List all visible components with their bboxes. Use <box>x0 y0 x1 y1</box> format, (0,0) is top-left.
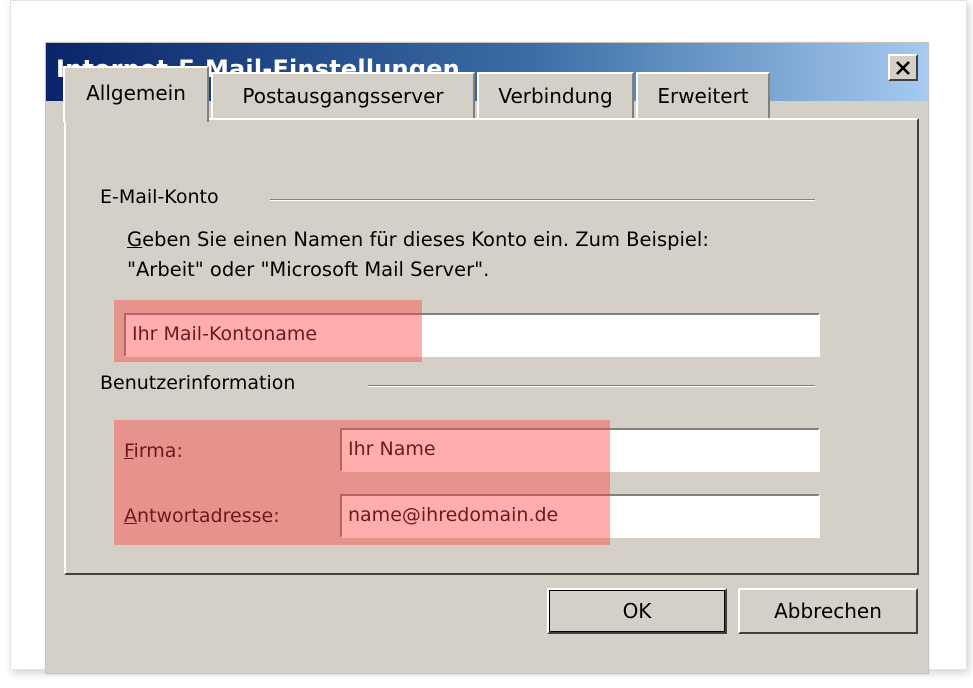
tab-postausgangsserver[interactable]: Postausgangsserver <box>211 72 475 118</box>
description-line2: "Arbeit" oder "Microsoft Mail Server". <box>127 258 490 281</box>
group-divider <box>270 199 815 201</box>
tab-verbindung[interactable]: Verbindung <box>477 72 634 118</box>
cancel-button[interactable]: Abbrechen <box>738 588 918 634</box>
account-description: Geben Sie einen Namen für dieses Konto e… <box>127 225 709 285</box>
company-label-text: irma: <box>133 440 183 462</box>
tab-allgemein[interactable]: Allgemein <box>63 66 209 122</box>
reply-label-mnemonic: A <box>124 505 137 527</box>
description-line1: eben Sie einen Namen für dieses Konto ei… <box>142 228 709 251</box>
group-title-email-account: E-Mail-Konto <box>100 186 219 208</box>
reply-label-text: ntwortadresse: <box>137 505 280 527</box>
reply-address-value: name@ihredomain.de <box>348 504 559 526</box>
group-title-user-info: Benutzerinformation <box>100 372 296 394</box>
close-icon <box>896 60 910 75</box>
company-label-mnemonic: F <box>124 440 134 462</box>
description-mnemonic: G <box>127 228 143 251</box>
close-button[interactable] <box>888 54 918 81</box>
company-value: Ihr Name <box>348 438 436 460</box>
tab-erweitert[interactable]: Erweitert <box>636 72 770 118</box>
company-input[interactable]: Ihr Name <box>340 428 820 472</box>
ok-button[interactable]: OK <box>547 588 727 634</box>
account-name-value: Ihr Mail-Kontoname <box>132 323 318 345</box>
company-label: Firma: <box>124 440 183 462</box>
group-divider <box>368 385 815 387</box>
account-name-input[interactable]: Ihr Mail-Kontoname <box>124 313 820 357</box>
reply-address-input[interactable]: name@ihredomain.de <box>340 494 820 538</box>
reply-address-label: Antwortadresse: <box>124 505 280 527</box>
